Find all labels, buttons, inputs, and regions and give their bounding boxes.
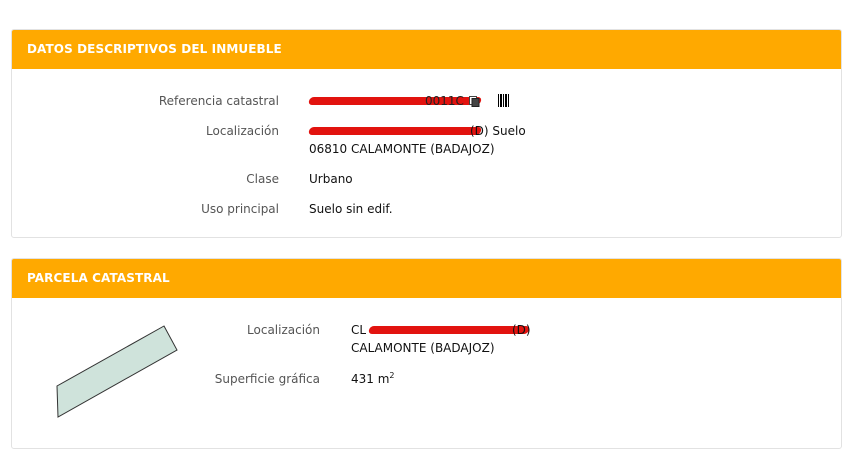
redaction-mark [308, 127, 482, 135]
parcela-localizacion-line2: CALAMONTE (BADAJOZ) [351, 341, 495, 355]
parcela-localizacion-prefix: CL [351, 323, 367, 337]
superficie-label: Superficie gráfica [214, 372, 320, 386]
localizacion-line2: 06810 CALAMONTE (BADAJOZ) [309, 142, 495, 156]
parcela-localizacion-suffix: (D) [512, 323, 531, 337]
parcela-header: PARCELA CATASTRAL [12, 259, 841, 298]
barcode-icon[interactable] [498, 94, 510, 107]
redaction-mark [368, 326, 530, 334]
parcela-localizacion-label: Localización [247, 323, 320, 337]
superficie-number: 431 m [351, 372, 390, 386]
descriptive-data-header: DATOS DESCRIPTIVOS DEL INMUEBLE [12, 30, 841, 69]
localizacion-line1: (D) Suelo [470, 124, 526, 138]
uso-principal-value: Suelo sin edif. [309, 202, 393, 216]
descriptive-data-panel: DATOS DESCRIPTIVOS DEL INMUEBLE Referenc… [11, 29, 842, 238]
referencia-label: Referencia catastral [158, 94, 279, 108]
clase-value: Urbano [309, 172, 353, 186]
parcela-panel: PARCELA CATASTRAL Localización CL (D) CA… [11, 258, 842, 449]
copy-icon[interactable] [469, 96, 480, 107]
superficie-value: 431 m2 [351, 370, 395, 388]
localizacion-label: Localización [206, 124, 279, 138]
superficie-unit-sup: 2 [389, 371, 395, 380]
uso-principal-label: Uso principal [201, 202, 279, 216]
clase-label: Clase [246, 172, 279, 186]
referencia-visible-text: 0011C [425, 94, 464, 108]
